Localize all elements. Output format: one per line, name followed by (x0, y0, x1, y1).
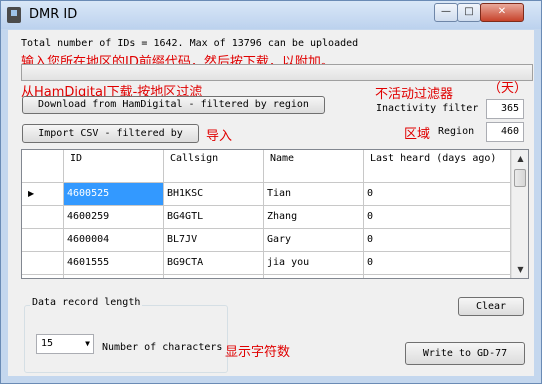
inactivity-filter-input[interactable]: 365 (486, 99, 524, 119)
radio-app-icon (7, 7, 21, 23)
scroll-thumb[interactable] (514, 169, 526, 187)
download-progress-bar (21, 64, 533, 81)
import-csv-button[interactable]: Import CSV - filtered by (22, 124, 199, 143)
table-cell-partial[interactable] (164, 275, 264, 278)
column-header-last-heard[interactable]: Last heard (days ago) (364, 150, 511, 183)
table-cell-id[interactable]: 4600004 (64, 229, 164, 252)
table-cell-last-heard[interactable]: 0 (364, 252, 511, 275)
cn-days-hint: （天） (488, 81, 528, 96)
window-title: DMR ID (29, 7, 78, 22)
table-cell-callsign[interactable]: BG9CTA (164, 252, 264, 275)
row-header[interactable] (22, 206, 64, 229)
title-bar: DMR ID — □ ✕ (1, 1, 541, 29)
chevron-down-icon: ▼ (85, 339, 90, 348)
column-header-name[interactable]: Name (264, 150, 364, 183)
minimize-button[interactable]: — (434, 3, 458, 22)
clear-button[interactable]: Clear (458, 297, 524, 316)
table-cell-callsign[interactable]: BH1KSC (164, 183, 264, 206)
maximize-button[interactable]: □ (457, 3, 481, 22)
table-cell-partial[interactable] (364, 275, 511, 278)
table-cell-id[interactable]: 4600259 (64, 206, 164, 229)
region-input[interactable]: 460 (486, 122, 524, 142)
table-cell-last-heard[interactable]: 0 (364, 183, 511, 206)
table-cell-id[interactable]: 4600525 (64, 183, 164, 206)
row-header[interactable] (22, 229, 64, 252)
row-header[interactable] (22, 275, 64, 278)
table-cell-name[interactable]: Gary (264, 229, 364, 252)
scroll-down-arrow-icon[interactable]: ▼ (512, 261, 528, 278)
record-length-select[interactable]: 15 ▼ (36, 334, 94, 354)
table-cell-partial[interactable] (264, 275, 364, 278)
close-button[interactable]: ✕ (480, 3, 524, 22)
dmr-id-table: ID Callsign Name Last heard (days ago) ▶… (21, 149, 529, 279)
client-area: Total number of IDs = 1642. Max of 13796… (8, 30, 534, 376)
table-cell-last-heard[interactable]: 0 (364, 206, 511, 229)
download-hamdigital-button[interactable]: Download from HamDigital - filtered by r… (22, 96, 325, 114)
cn-region-hint: 区域 (404, 127, 431, 142)
corner-header (22, 150, 64, 183)
region-label: Region (438, 126, 475, 137)
cn-import-hint: 导入 (206, 129, 233, 144)
table-cell-id[interactable]: 4601555 (64, 252, 164, 275)
row-header-current[interactable]: ▶ (22, 183, 64, 206)
row-header[interactable] (22, 252, 64, 275)
table-cell-partial[interactable] (64, 275, 164, 278)
column-header-callsign[interactable]: Callsign (164, 150, 264, 183)
cn-inactivity-hint: 不活动过滤器 (375, 87, 454, 102)
data-record-length-label: Data record length (30, 297, 143, 308)
dmr-id-window: DMR ID — □ ✕ Total number of IDs = 1642.… (0, 0, 542, 384)
table-cell-callsign[interactable]: BL7JV (164, 229, 264, 252)
number-of-characters-label: Number of characters (102, 342, 223, 353)
table-cell-name[interactable]: Zhang (264, 206, 364, 229)
scroll-up-arrow-icon[interactable]: ▲ (512, 150, 528, 167)
cn-chars-hint: 显示字符数 (225, 345, 291, 360)
column-header-id[interactable]: ID (64, 150, 164, 183)
table-vertical-scrollbar[interactable]: ▲ ▼ (511, 150, 528, 278)
write-to-gd77-button[interactable]: Write to GD-77 (405, 342, 525, 365)
inactivity-filter-label: Inactivity filter (376, 103, 479, 114)
table-cell-callsign[interactable]: BG4GTL (164, 206, 264, 229)
record-length-value: 15 (41, 338, 54, 349)
table-cell-name[interactable]: jia you (264, 252, 364, 275)
total-ids-text: Total number of IDs = 1642. Max of 13796… (21, 38, 359, 49)
table-body: ID Callsign Name Last heard (days ago) ▶… (22, 150, 511, 278)
table-cell-name[interactable]: Tian (264, 183, 364, 206)
table-cell-last-heard[interactable]: 0 (364, 229, 511, 252)
